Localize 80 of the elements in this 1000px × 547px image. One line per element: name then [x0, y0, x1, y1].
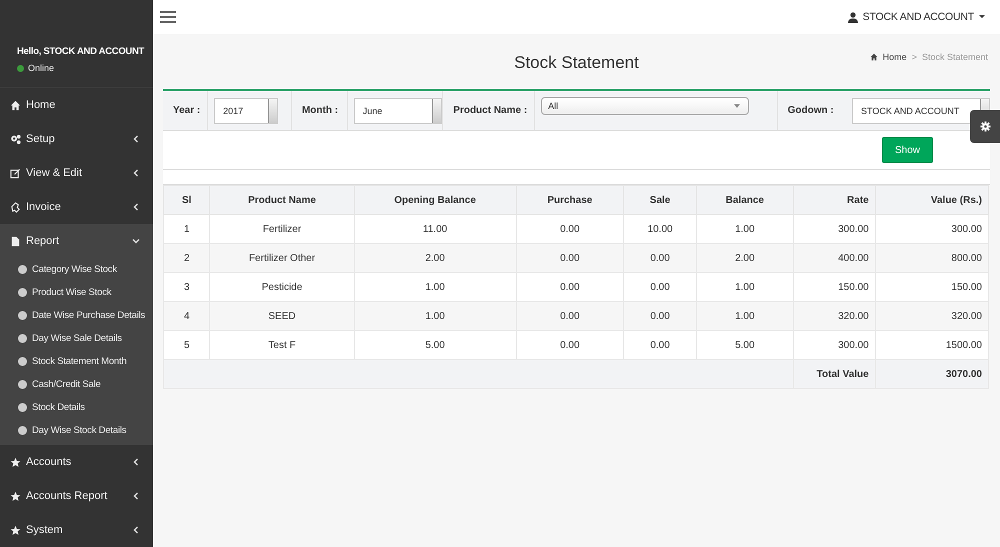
column-header: Balance — [696, 186, 794, 214]
column-header: Sale — [624, 186, 697, 214]
settings-button[interactable] — [970, 110, 1000, 143]
chevron-left-icon — [132, 458, 140, 466]
table-cell: 0.00 — [624, 302, 697, 330]
column-header: Value (Rs.) — [875, 186, 988, 214]
user-menu[interactable]: STOCK AND ACCOUNT — [848, 11, 985, 23]
godown-select[interactable]: STOCK AND ACCOUNT — [852, 98, 990, 124]
column-header: Product Name — [210, 186, 354, 214]
breadcrumb-current: Stock Statement — [922, 52, 988, 62]
table-cell: 4 — [164, 302, 210, 330]
menu-item[interactable]: Home — [0, 88, 153, 122]
submenu-item[interactable]: Day Wise Sale Details — [0, 327, 153, 350]
page-title: Stock Statement — [514, 52, 639, 72]
column-header: Sl — [164, 186, 210, 214]
menu-item[interactable]: Accounts Report — [0, 479, 153, 513]
menu-item[interactable]: View & Edit — [0, 156, 153, 190]
chevron-left-icon — [132, 169, 140, 177]
column-header: Opening Balance — [354, 186, 516, 214]
chevron-left-icon — [132, 135, 140, 143]
submenu-item[interactable]: Date Wise Purchase Details — [0, 304, 153, 327]
menu-item[interactable]: Report — [0, 224, 153, 258]
submenu-item[interactable]: Cash/Credit Sale — [0, 373, 153, 396]
chevron-left-icon — [132, 203, 140, 211]
star-icon — [10, 524, 21, 536]
month-select[interactable]: June — [354, 98, 442, 124]
edit-icon — [10, 168, 21, 178]
menu-item[interactable]: System — [0, 513, 153, 547]
breadcrumb-separator: > — [912, 52, 917, 62]
status-text: Online — [28, 63, 54, 73]
user-icon — [848, 12, 858, 22]
field-label: Year : — [163, 91, 208, 130]
submenu-item[interactable]: Category Wise Stock — [0, 258, 153, 281]
field-label: Product Name : — [443, 91, 536, 130]
chevron-down-icon — [132, 237, 140, 245]
table-cell: 320.00 — [793, 302, 876, 330]
home-icon — [10, 100, 21, 110]
gears-icon — [10, 134, 21, 144]
product-select[interactable]: All — [541, 96, 750, 114]
table-cell: 1.00 — [696, 302, 794, 330]
hand-icon — [10, 202, 21, 212]
home-icon — [870, 53, 878, 61]
submenu-item[interactable]: Product Wise Stock — [0, 281, 153, 304]
table-cell: 0.00 — [516, 302, 624, 330]
chevron-left-icon — [132, 492, 140, 500]
table-cell: 0.00 — [516, 244, 624, 272]
field-label: Month : — [292, 91, 348, 130]
table-cell: 0.00 — [624, 244, 697, 272]
submenu-item[interactable]: Stock Details — [0, 396, 153, 419]
status-dot — [17, 64, 24, 72]
caret-icon — [734, 104, 740, 108]
table-cell: 2.00 — [696, 244, 794, 272]
table-cell: 1.00 — [354, 302, 516, 330]
total-value: 3070.00 — [875, 360, 988, 388]
breadcrumb-link[interactable]: Home — [882, 52, 907, 62]
table-cell: 400.00 — [793, 244, 876, 272]
total-label: Total Value — [793, 360, 876, 388]
submenu-item[interactable]: Day Wise Stock Details — [0, 419, 153, 442]
menu-icon[interactable] — [160, 11, 176, 23]
user-greeting: Hello, STOCK AND ACCOUNT — [17, 46, 146, 57]
caret-icon — [979, 15, 985, 19]
table-cell: 2.00 — [354, 244, 516, 272]
menu-item[interactable]: Accounts — [0, 445, 153, 479]
submenu-item[interactable]: Stock Statement Month — [0, 350, 153, 373]
field-label: Godown : — [786, 104, 835, 118]
column-header: Purchase — [516, 186, 624, 214]
document-icon — [10, 236, 21, 246]
settings-icon — [980, 121, 990, 132]
table-cell: Fertilizer Other — [210, 244, 354, 272]
table-cell: SEED — [210, 302, 354, 330]
column-header: Rate — [793, 186, 876, 214]
chevron-left-icon — [132, 526, 140, 534]
table-cell: 800.00 — [875, 244, 988, 272]
table-cell: 320.00 — [875, 302, 988, 330]
star-icon — [10, 490, 21, 502]
table-cell: 2 — [164, 244, 210, 272]
menu-item[interactable]: Setup — [0, 122, 153, 156]
menu-item[interactable]: Invoice — [0, 190, 153, 224]
year-select[interactable]: 2017 — [214, 98, 278, 124]
star-icon — [10, 456, 21, 468]
